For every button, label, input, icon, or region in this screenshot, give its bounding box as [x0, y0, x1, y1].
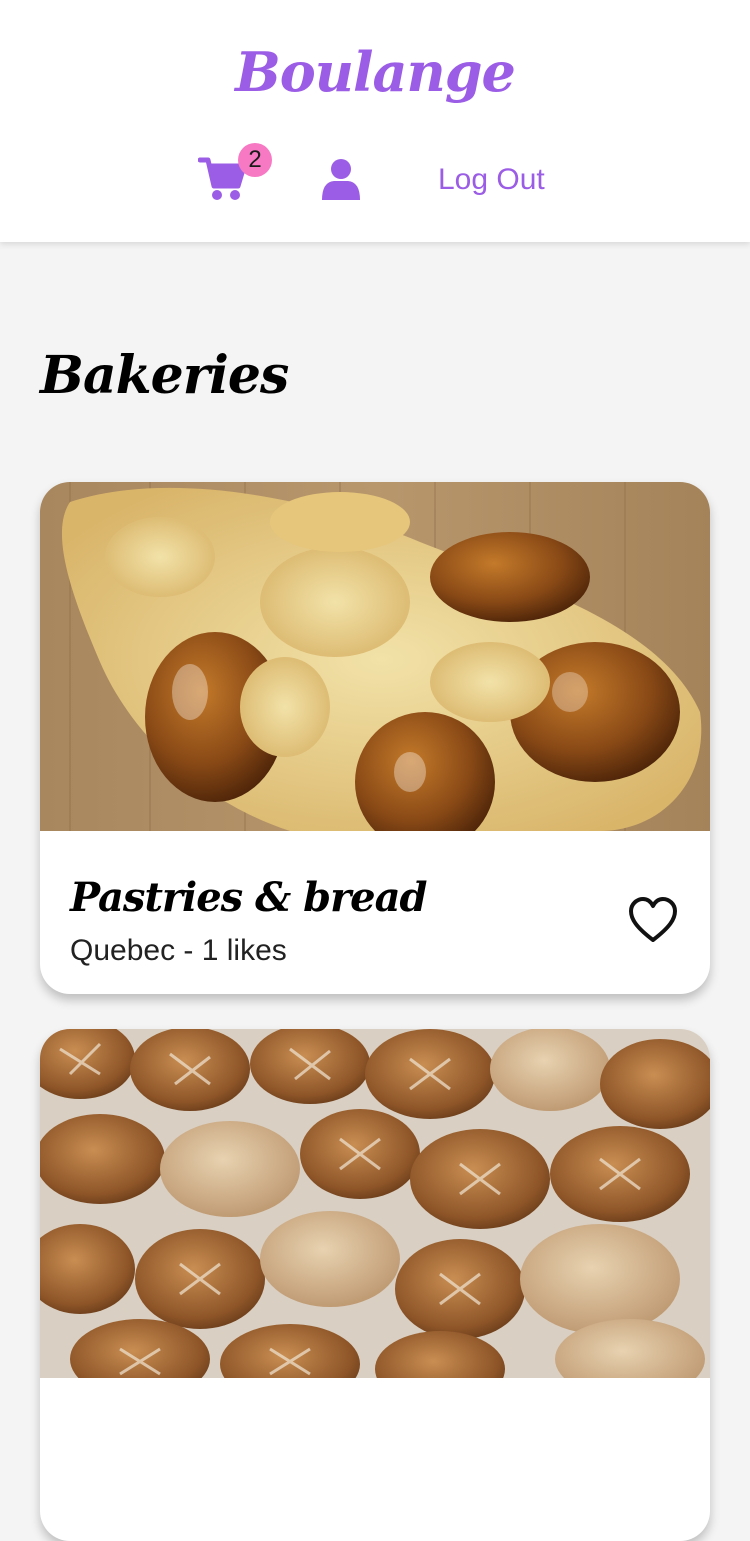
- brand-logo[interactable]: Boulange: [0, 40, 750, 104]
- app-header: Boulange 2 Log Out: [0, 0, 750, 242]
- cart-count-badge: 2: [238, 143, 272, 177]
- page-title: Bakeries: [40, 345, 289, 406]
- bakery-card-image[interactable]: [40, 1029, 710, 1378]
- bakery-card[interactable]: [40, 1029, 710, 1541]
- bakery-card-image[interactable]: [40, 482, 710, 831]
- bread-loaves-photo: [40, 1029, 710, 1378]
- user-icon: [322, 159, 360, 200]
- logout-link[interactable]: Log Out: [438, 162, 545, 198]
- like-button[interactable]: [628, 896, 678, 944]
- top-nav: 2 Log Out: [0, 140, 750, 220]
- profile-button[interactable]: [320, 158, 362, 200]
- bakery-card[interactable]: Pastries & bread Quebec - 1 likes: [40, 482, 710, 994]
- bakery-card-title: Pastries & bread: [70, 874, 427, 921]
- heart-outline-icon: [629, 897, 677, 942]
- bakery-card-subtitle: Quebec - 1 likes: [70, 934, 287, 967]
- braided-bread-photo: [40, 482, 710, 831]
